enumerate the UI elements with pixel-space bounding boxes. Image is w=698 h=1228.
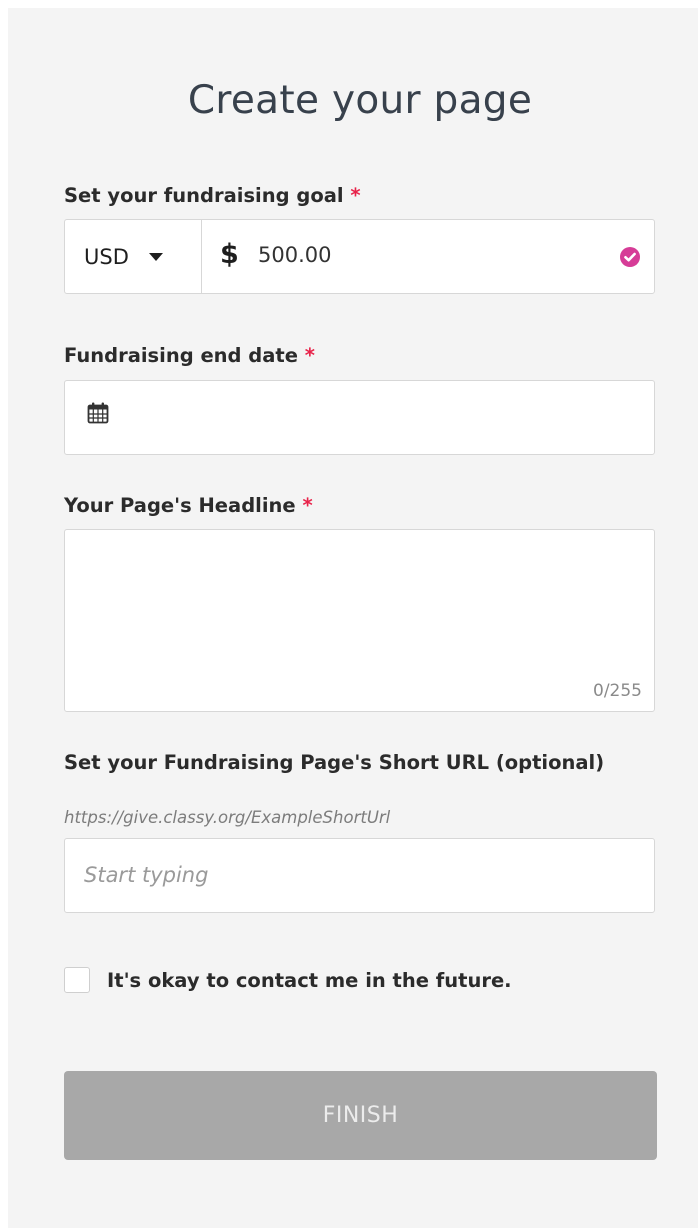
- required-mark: *: [350, 184, 361, 207]
- end-date-label-text: Fundraising end date: [64, 344, 298, 367]
- goal-amount-input[interactable]: 500.00: [258, 243, 331, 267]
- short-url-input[interactable]: Start typing: [64, 838, 655, 913]
- end-date-input[interactable]: [64, 380, 655, 455]
- short-url-hint: https://give.classy.org/ExampleShortUrl: [64, 808, 391, 827]
- caret-down-icon: [148, 252, 163, 261]
- headline-textarea[interactable]: 0/255: [64, 529, 655, 712]
- goal-field: USD $ 500.00: [64, 219, 655, 294]
- contact-checkbox[interactable]: [64, 967, 90, 993]
- check-circle-icon: [620, 247, 640, 267]
- page-title: Create your page: [187, 78, 533, 123]
- finish-button[interactable]: FINISH: [64, 1071, 657, 1160]
- headline-label-text: Your Page's Headline: [64, 494, 296, 517]
- currency-symbol: $: [220, 239, 239, 270]
- calendar-icon: [86, 401, 110, 429]
- short-url-label: Set your Fundraising Page's Short URL (o…: [64, 751, 605, 774]
- goal-label-text: Set your fundraising goal: [64, 184, 344, 207]
- currency-select[interactable]: USD: [65, 220, 202, 293]
- required-mark: *: [304, 344, 315, 367]
- end-date-label: Fundraising end date *: [64, 344, 315, 367]
- required-mark: *: [302, 494, 313, 517]
- headline-label: Your Page's Headline *: [64, 494, 313, 517]
- currency-code: USD: [84, 244, 129, 269]
- goal-label: Set your fundraising goal *: [64, 184, 361, 207]
- form-panel: Create your page Set your fundraising go…: [8, 8, 698, 1228]
- short-url-placeholder: Start typing: [84, 863, 209, 887]
- contact-checkbox-label[interactable]: It's okay to contact me in the future.: [107, 969, 512, 992]
- character-counter: 0/255: [593, 681, 642, 701]
